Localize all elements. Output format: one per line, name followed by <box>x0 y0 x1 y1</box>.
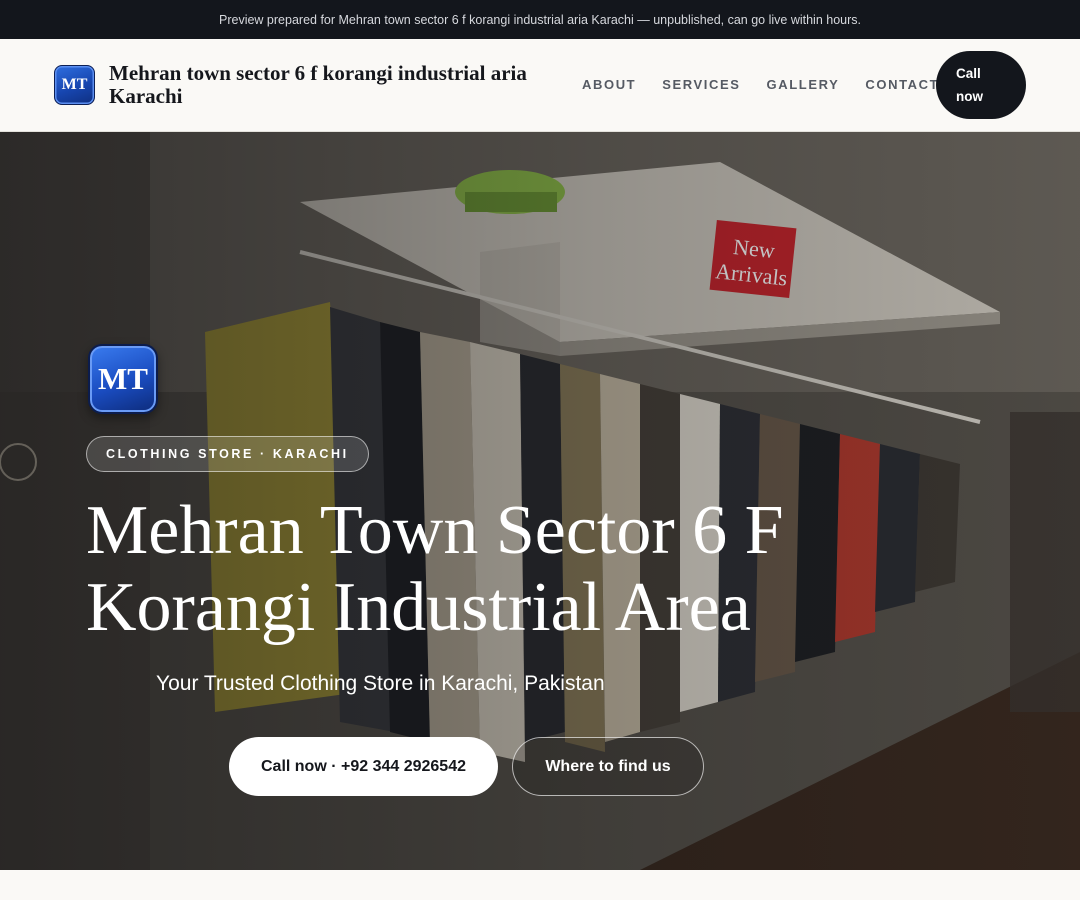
nav-contact[interactable]: CONTACT <box>865 77 939 92</box>
hero-logo-initials: MT <box>98 361 148 396</box>
nav-gallery[interactable]: GALLERY <box>767 77 840 92</box>
preview-notice-bar: Preview prepared for Mehran town sector … <box>0 0 1080 39</box>
brand-name[interactable]: Mehran town sector 6 f korangi industria… <box>109 62 569 108</box>
category-badge: CLOTHING STORE · KARACHI <box>86 436 369 472</box>
hero-logo: MT <box>88 344 158 414</box>
hero-section: New Arrivals <box>0 132 1080 870</box>
hero-title: Mehran Town Sector 6 F Korangi Industria… <box>86 492 784 646</box>
call-now-button[interactable]: Call now · +92 344 2926542 <box>229 737 498 796</box>
site-header: MT Mehran town sector 6 f korangi indust… <box>0 39 1080 132</box>
nav-about[interactable]: ABOUT <box>582 77 636 92</box>
logo-initials: MT <box>61 76 88 93</box>
header-call-button[interactable]: Call now <box>936 51 1026 119</box>
find-us-button[interactable]: Where to find us <box>512 737 704 796</box>
hero-subtitle: Your Trusted Clothing Store in Karachi, … <box>156 672 605 695</box>
preview-notice-text: Preview prepared for Mehran town sector … <box>219 12 861 27</box>
site-logo[interactable]: MT <box>54 65 95 105</box>
main-nav: ABOUT SERVICES GALLERY CONTACT <box>582 77 939 92</box>
nav-services[interactable]: SERVICES <box>662 77 740 92</box>
